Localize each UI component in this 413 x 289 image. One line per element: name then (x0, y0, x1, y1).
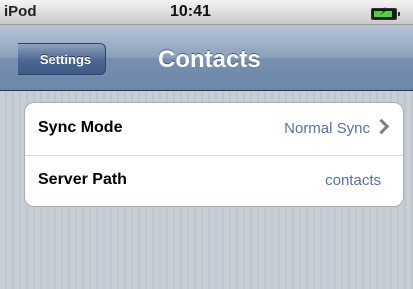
server-path-value: contacts (325, 172, 381, 189)
charging-bolt-icon: ⚡ (379, 6, 387, 18)
page-title: Contacts (158, 46, 261, 73)
settings-group: Sync Mode Normal Sync Server Path contac… (24, 102, 404, 207)
sync-mode-label: Sync Mode (38, 119, 123, 136)
navigation-bar: Settings Contacts (0, 25, 413, 91)
battery-charging-icon: ⚡ (371, 6, 400, 20)
chevron-right-icon (373, 118, 390, 135)
carrier-label: iPod (4, 3, 37, 20)
server-path-label: Server Path (38, 171, 127, 188)
back-button-label: Settings (39, 51, 92, 67)
settings-back-button[interactable]: Settings (18, 43, 106, 75)
status-time: 10:41 (170, 3, 211, 20)
status-bar: iPod 10:41 ⚡ (0, 0, 413, 25)
server-path-row[interactable]: Server Path contacts (25, 155, 403, 206)
settings-content: Sync Mode Normal Sync Server Path contac… (0, 91, 413, 289)
sync-mode-row[interactable]: Sync Mode Normal Sync (25, 103, 403, 156)
sync-mode-value: Normal Sync (284, 120, 370, 137)
